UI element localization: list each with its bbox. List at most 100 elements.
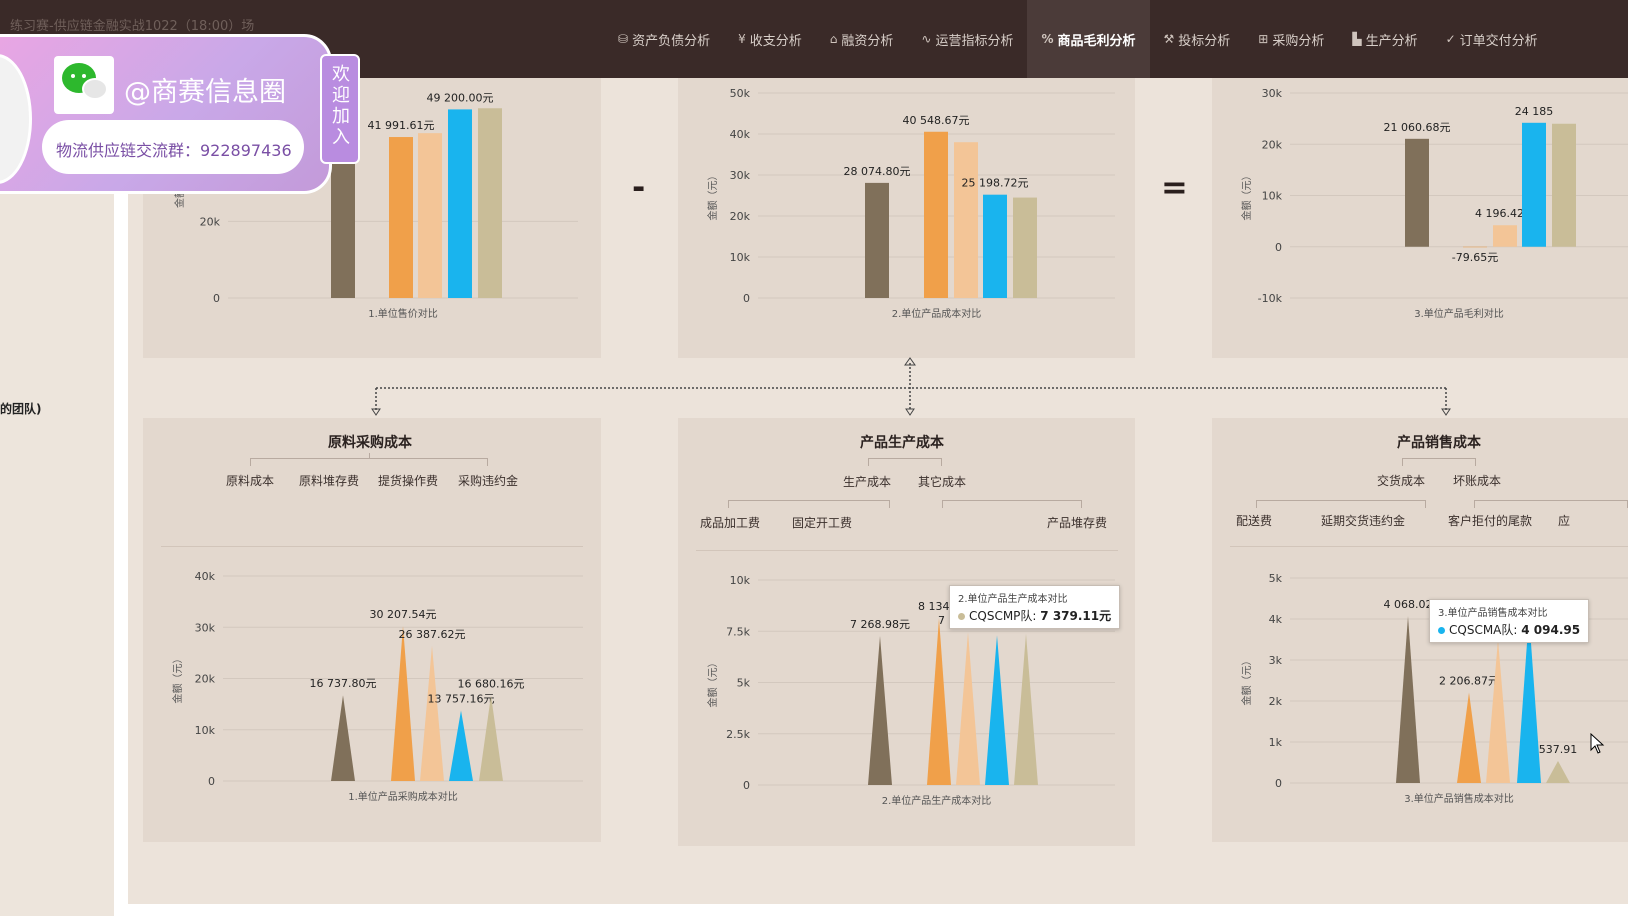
triangle-bar	[1546, 760, 1570, 783]
x-axis-label: 3.单位产品毛利对比	[1414, 307, 1504, 320]
bar	[478, 108, 502, 298]
sales-tooltip-team: CQSCMA队:	[1449, 623, 1518, 637]
sales-tooltip: 3.单位产品销售成本对比 CQSCMA队: 4 094.95	[1429, 599, 1590, 643]
wechat-icon	[54, 56, 114, 114]
triangle-bar	[1457, 692, 1481, 783]
mouse-cursor-icon	[1590, 733, 1605, 754]
y-tick-label: 4k	[1269, 613, 1283, 626]
nav-item-label: 订单交付分析	[1459, 33, 1538, 49]
triangle-bar	[449, 710, 473, 781]
triangle-bar	[985, 635, 1009, 785]
promo-join-tab[interactable]: 欢迎加入	[320, 54, 360, 164]
nav-item-8[interactable]: ✓ 订单交付分析	[1432, 0, 1552, 78]
nav-item-label: 运营指标分析	[935, 33, 1014, 49]
nav-item-6[interactable]: ⊞ 采购分析	[1244, 0, 1338, 78]
unit-cost-panel: 0 10k 20k 30k 40k 50k 28 074.80元 40 548.67元 25 1…	[678, 78, 1135, 358]
data-label: 16 737.80元	[310, 677, 377, 690]
data-label: 21 060.68元	[1384, 121, 1451, 134]
sales-tooltip-row: CQSCMA队: 4 094.95	[1438, 621, 1580, 638]
y-tick-label: 2k	[1269, 695, 1283, 708]
bar	[924, 131, 948, 298]
y-tick-label: 2.5k	[726, 728, 750, 741]
bar	[1493, 225, 1517, 247]
percent-icon: %	[1041, 32, 1054, 46]
nav-item-label: 投标分析	[1178, 33, 1231, 49]
yen-icon: ¥	[738, 32, 746, 46]
y-tick-label: 40k	[195, 570, 216, 583]
app-title: 练习赛-供应链金融实战1022（18:00）场	[10, 19, 255, 34]
bottom-strip	[128, 904, 1628, 916]
y-tick-label: 7.5k	[726, 625, 750, 638]
bar	[418, 133, 442, 298]
bar	[389, 137, 413, 298]
y-tick-label: 1k	[1269, 736, 1283, 749]
y-axis-label: 金额（元）	[706, 171, 719, 221]
nav-item-label: 生产分析	[1365, 33, 1418, 49]
y-tick-label: 0	[1275, 777, 1282, 790]
bar	[1522, 122, 1546, 247]
bar	[983, 194, 1007, 298]
y-tick-label: 10k	[1262, 190, 1283, 203]
unit-cost-chart: 0 10k 20k 30k 40k 50k 28 074.80元 40 548.67元 25 1…	[706, 87, 1115, 320]
production-tooltip-title: 2.单位产品生产成本对比	[958, 594, 1068, 605]
pulse-icon: ∿	[921, 32, 932, 46]
nav-item-3[interactable]: ∿ 运营指标分析	[907, 0, 1027, 78]
nav-item-7[interactable]: ▙ 生产分析	[1338, 0, 1431, 78]
y-tick-label: 10k	[195, 724, 216, 737]
connector-tree	[371, 357, 1451, 416]
bank-icon: ⌂	[829, 32, 838, 46]
nav-item-label: 融资分析	[841, 33, 894, 49]
nav-item-0[interactable]: ⛁ 资产负债分析	[604, 0, 724, 78]
nav-item-label: 商品毛利分析	[1057, 33, 1136, 49]
data-label: 30 207.54元	[370, 608, 437, 621]
minus-operator: -	[632, 168, 646, 206]
promo-join-text: 欢迎加入	[332, 64, 350, 148]
promo-group-pill: 物流供应链交流群：922897436	[42, 120, 304, 174]
x-axis-label: 3.单位产品销售成本对比	[1404, 792, 1514, 805]
nav-item-2[interactable]: ⌂ 融资分析	[816, 0, 908, 78]
data-label: 26 387.62元	[399, 628, 466, 641]
y-axis-label: 金额（元）	[1240, 171, 1253, 221]
purchase-cost-panel: 原料采购成本 原料成本 原料堆存费 提货操作费 采购违约金 0 10k 20k 30k…	[143, 418, 601, 842]
nav-item-5[interactable]: ⚒ 投标分析	[1150, 0, 1245, 78]
production-cost-panel: 产品生产成本 生产成本 其它成本 成品加工费 固定开工费 产品堆存费 0 2.5k…	[678, 418, 1135, 846]
data-label: 25 198.72元	[962, 177, 1029, 190]
y-tick-label: 0	[743, 292, 750, 305]
data-label: 7 268.98元	[850, 618, 910, 631]
triangle-bar	[956, 632, 980, 785]
data-label: 49 200.00元	[427, 91, 494, 104]
factory-icon: ▙	[1352, 32, 1362, 46]
data-label: 41 991.61元	[368, 119, 435, 132]
triangle-bar	[1396, 616, 1420, 783]
bar	[1463, 246, 1487, 248]
x-axis-label: 2.单位产品成本对比	[892, 307, 982, 320]
nav-item-label: 收支分析	[749, 33, 802, 49]
y-tick-label: -10k	[1258, 292, 1283, 305]
sidebar-team-label[interactable]: 的团队)	[0, 400, 42, 417]
unit-margin-chart: -10k010k20k30k21 060.68元-79.65元4 196.42元…	[1240, 87, 1628, 320]
y-tick-label: 10k	[730, 574, 751, 587]
sales-tooltip-dot	[1438, 627, 1445, 634]
nav-item-4[interactable]: % 商品毛利分析	[1027, 0, 1150, 78]
bar	[1552, 123, 1576, 247]
nav-item-1[interactable]: ¥ 收支分析	[724, 0, 816, 78]
data-label: 28 074.80元	[844, 165, 911, 178]
y-axis-label: 金额（元）	[1240, 656, 1253, 706]
triangle-bar	[868, 635, 892, 785]
sales-tooltip-title: 3.单位产品销售成本对比	[1438, 608, 1548, 619]
data-label: 2 206.87元	[1439, 675, 1499, 688]
y-tick-label: 5k	[737, 677, 751, 690]
unit-margin-panel: -10k 0 10k 20k 30k 21 060.68元 -79.65元 4 196.42元…	[1212, 78, 1628, 358]
production-cost-chart: 02.5k5k7.5k10k7 268.98元8 134.27 456.26元2…	[706, 574, 1115, 807]
y-tick-label: 50k	[730, 87, 751, 100]
x-axis-label: 1.单位产品采购成本对比	[348, 790, 458, 803]
y-axis-label: 金额（元）	[171, 654, 184, 704]
promo-handle: @商赛信息圈	[124, 77, 286, 108]
triangle-bar	[391, 626, 415, 781]
y-tick-label: 0	[1275, 241, 1282, 254]
y-tick-label: 30k	[195, 621, 216, 634]
y-tick-label: 0	[213, 292, 220, 305]
y-axis-label: 金额（元）	[706, 658, 719, 708]
wechat-bubble-small-icon	[82, 78, 108, 100]
data-label: 40 548.67元	[903, 114, 970, 127]
